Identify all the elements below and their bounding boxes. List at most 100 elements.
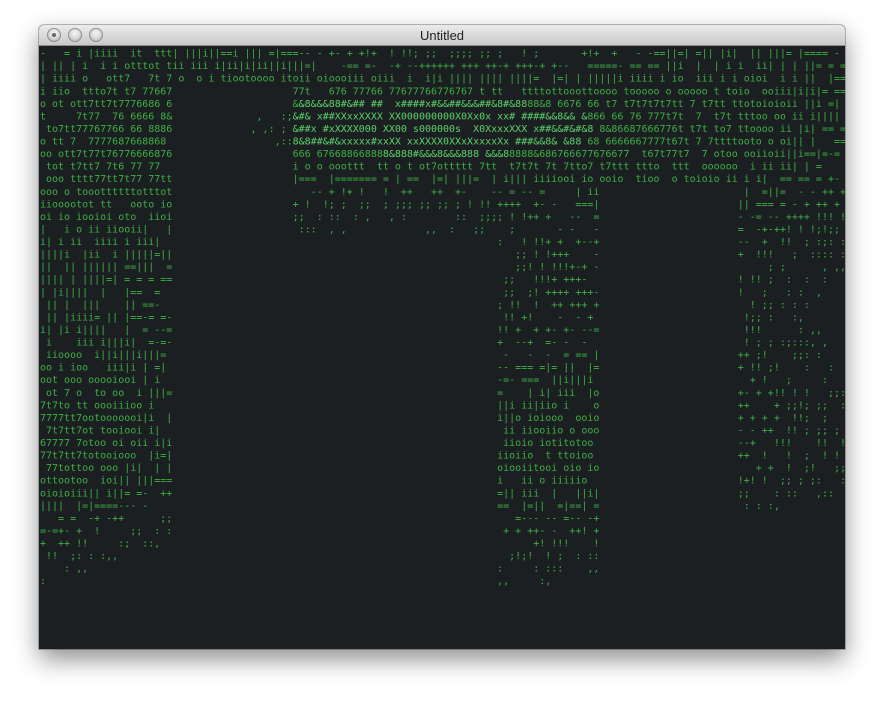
ascii-char: !: [539, 262, 545, 273]
ascii-char: |: [70, 262, 76, 273]
ascii-char: t: [497, 86, 503, 97]
ascii-char: +: [503, 526, 509, 537]
ascii-char: o: [666, 86, 672, 97]
ascii-char: -: [581, 275, 587, 286]
ascii-char: o: [762, 111, 768, 122]
ascii-char: :: [335, 212, 341, 223]
ascii-char: ;: [509, 287, 515, 298]
ascii-char: :: [828, 250, 834, 261]
ascii-char: :: [744, 501, 750, 512]
ascii-char: =: [413, 174, 419, 185]
ascii-char: !: [467, 199, 473, 210]
ascii-char: ,: [329, 224, 335, 235]
ascii-char: ;: [768, 262, 774, 273]
ascii-char: -: [317, 49, 323, 60]
ascii-char: -: [774, 212, 780, 223]
ascii-char: ;: [744, 488, 750, 499]
ascii-char: |: [491, 174, 497, 185]
ascii-char: |: [136, 463, 142, 474]
ascii-char: &: [569, 111, 575, 122]
ascii-char: t: [58, 99, 64, 110]
ascii-char: t: [58, 137, 64, 148]
ascii-char: :: [497, 564, 503, 575]
ascii-char: o: [317, 162, 323, 173]
ascii-char: -: [563, 61, 569, 72]
ascii-char: o: [76, 350, 82, 361]
ascii-char: +: [744, 350, 750, 361]
ascii-char: =: [768, 199, 774, 210]
ascii-char: |: [575, 187, 581, 198]
ascii-char: t: [479, 86, 485, 97]
ascii-char: -: [557, 312, 563, 323]
ascii-char: +: [822, 199, 828, 210]
ascii-char: o: [527, 451, 533, 462]
ascii-char: ,: [545, 576, 551, 587]
ascii-char: |: [46, 325, 52, 336]
ascii-char: o: [395, 162, 401, 173]
ascii-char: o: [587, 438, 593, 449]
ascii-char: -: [527, 350, 533, 361]
ascii-char: o: [587, 451, 593, 462]
ascii-char: 7: [623, 149, 629, 160]
ascii-char: !: [840, 438, 845, 449]
ascii-char: o: [130, 212, 136, 223]
ascii-char: !: [82, 539, 88, 550]
ascii-char: i: [112, 61, 118, 72]
ascii-char: o: [64, 212, 70, 223]
ascii-char: ,: [774, 501, 780, 512]
ascii-char: i: [750, 162, 756, 173]
ascii-char: i: [359, 74, 365, 85]
ascii-char: t: [305, 86, 311, 97]
ascii-char: o: [593, 400, 599, 411]
ascii-char: ;: [124, 539, 130, 550]
ascii-char: +: [840, 187, 845, 198]
ascii-char: o: [76, 224, 82, 235]
ascii-char: :: [449, 224, 455, 235]
ascii-char: 6: [635, 111, 641, 122]
ascii-char: ;: [786, 476, 792, 487]
ascii-char: i: [124, 237, 130, 248]
ascii-char: :: [786, 275, 792, 286]
ascii-char: i: [232, 49, 238, 60]
ascii-char: 7: [94, 162, 100, 173]
ascii-char: ;: [455, 199, 461, 210]
ascii-char: -: [130, 501, 136, 512]
ascii-char: |: [521, 174, 527, 185]
ascii-char: =: [828, 124, 834, 135]
ascii-char: =: [383, 174, 389, 185]
ascii-char: !: [762, 476, 768, 487]
ascii-char: i: [708, 74, 714, 85]
ascii-char: |: [40, 224, 46, 235]
ascii-char: +: [593, 237, 599, 248]
ascii-char: o: [118, 388, 124, 399]
ascii-char: !: [383, 187, 389, 198]
ascii-char: =: [635, 61, 641, 72]
ascii-char: 7: [726, 124, 732, 135]
ascii-char: +: [768, 425, 774, 436]
ascii-char: &: [305, 111, 311, 122]
ascii-char: i: [130, 363, 136, 374]
titlebar[interactable]: Untitled: [39, 25, 845, 46]
ascii-char: +: [64, 539, 70, 550]
ascii-char: ;: [822, 413, 828, 424]
ascii-char: o: [76, 388, 82, 399]
ascii-char: t: [52, 388, 58, 399]
ascii-char: -: [497, 187, 503, 198]
ascii-char: !: [786, 463, 792, 474]
ascii-char: -: [738, 425, 744, 436]
ascii-char: |: [166, 224, 172, 235]
ascii-char: ;: [431, 49, 437, 60]
ascii-char: 7: [136, 162, 142, 173]
ascii-char: |: [708, 49, 714, 60]
ascii-char: |: [810, 137, 816, 148]
ascii-char: |: [142, 224, 148, 235]
ascii-char: =: [786, 174, 792, 185]
ascii-char: |: [768, 61, 774, 72]
ascii-char: i: [88, 338, 94, 349]
ascii-char: i: [94, 250, 100, 261]
ascii-char: i: [744, 174, 750, 185]
ascii-char: :: [792, 300, 798, 311]
ascii-char: =: [136, 287, 142, 298]
ascii-char: o: [768, 137, 774, 148]
ascii-char: |: [804, 162, 810, 173]
